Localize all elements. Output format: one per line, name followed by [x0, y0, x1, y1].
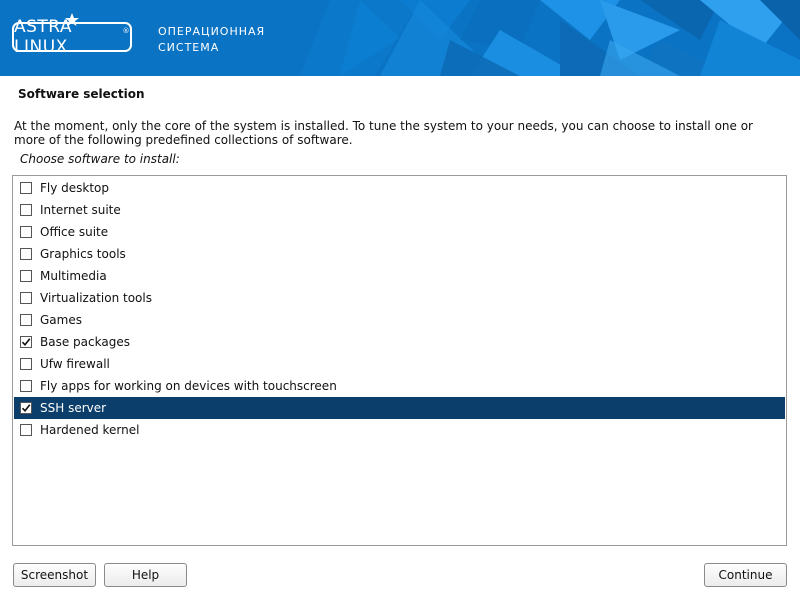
checkbox[interactable] [20, 314, 32, 326]
checkbox[interactable] [20, 380, 32, 392]
checkbox[interactable] [20, 204, 32, 216]
subtitle-line-2: СИСТЕМА [158, 41, 220, 54]
list-item[interactable]: Games [14, 309, 785, 331]
list-item-label: Fly desktop [40, 181, 110, 195]
page-description: At the moment, only the core of the syst… [14, 119, 753, 147]
list-item-label: SSH server [40, 401, 107, 415]
software-prompt: Choose software to install: [20, 152, 180, 166]
registered-mark: ® [122, 27, 130, 35]
list-item[interactable]: SSH server [14, 397, 785, 419]
header-banner: ASTRA LINUX ® ОПЕРАЦИОННАЯ СИСТЕМА [0, 0, 800, 76]
subtitle-line-1: ОПЕРАЦИОННАЯ [158, 25, 266, 38]
list-item[interactable]: Graphics tools [14, 243, 785, 265]
list-item-label: Virtualization tools [40, 291, 152, 305]
list-item-label: Graphics tools [40, 247, 126, 261]
list-item[interactable]: Hardened kernel [14, 419, 785, 441]
list-item-label: Internet suite [40, 203, 121, 217]
list-item-label: Games [40, 313, 82, 327]
checkbox[interactable] [20, 336, 32, 348]
list-item-label: Base packages [40, 335, 130, 349]
list-item[interactable]: Base packages [14, 331, 785, 353]
help-button[interactable]: Help [104, 563, 187, 587]
list-item[interactable]: Fly apps for working on devices with tou… [14, 375, 785, 397]
checkbox[interactable] [20, 226, 32, 238]
checkmark-icon [21, 404, 31, 413]
continue-button[interactable]: Continue [704, 563, 787, 587]
os-subtitle: ОПЕРАЦИОННАЯ СИСТЕМА [158, 24, 265, 56]
page-title: Software selection [18, 87, 145, 101]
list-item[interactable]: Multimedia [14, 265, 785, 287]
checkbox[interactable] [20, 270, 32, 282]
logo-text: ASTRA LINUX [14, 17, 73, 57]
list-item-label: Multimedia [40, 269, 107, 283]
list-item-label: Office suite [40, 225, 109, 239]
checkbox[interactable] [20, 402, 32, 414]
astra-linux-logo: ASTRA LINUX ® [12, 17, 132, 57]
list-item[interactable]: Office suite [14, 221, 785, 243]
screenshot-button[interactable]: Screenshot [13, 563, 96, 587]
checkbox[interactable] [20, 358, 32, 370]
list-item-label: Ufw firewall [40, 357, 110, 371]
software-list[interactable]: Fly desktop Internet suite Office suite Gra… [12, 175, 787, 546]
list-item[interactable]: Internet suite [14, 199, 785, 221]
list-item[interactable]: Virtualization tools [14, 287, 785, 309]
checkbox[interactable] [20, 424, 32, 436]
list-item[interactable]: Fly desktop [14, 177, 785, 199]
list-item[interactable]: Ufw firewall [14, 353, 785, 375]
checkmark-icon [21, 338, 31, 347]
checkbox[interactable] [20, 248, 32, 260]
list-item-label: Hardened kernel [40, 423, 140, 437]
checkbox[interactable] [20, 182, 32, 194]
checkbox[interactable] [20, 292, 32, 304]
list-item-label: Fly apps for working on devices with tou… [40, 379, 337, 393]
